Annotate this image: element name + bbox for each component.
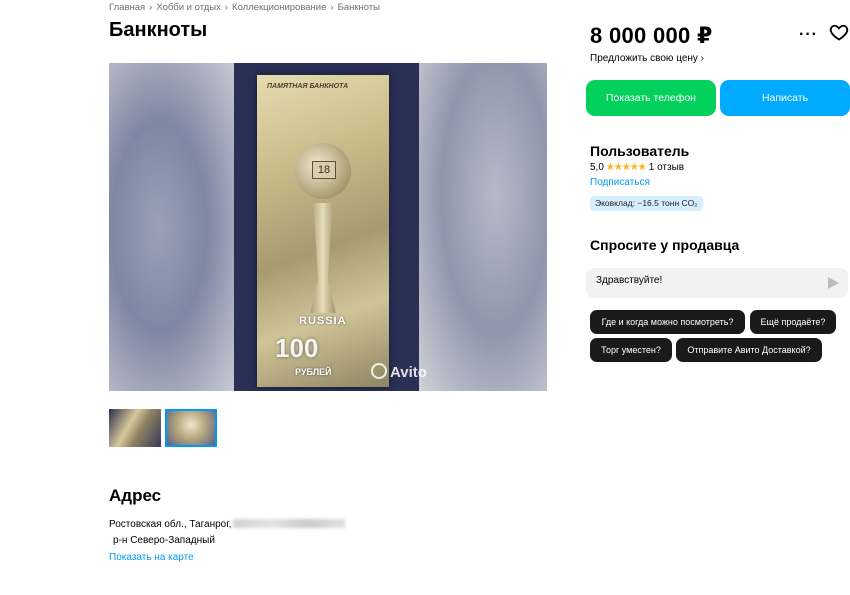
avito-watermark: Avito [371,363,427,381]
ball-number: 18 [312,161,336,179]
reviews-count[interactable]: 1 отзыв [649,162,684,173]
quick-question-chip[interactable]: Отправите Авито Доставкой? [676,338,822,362]
quick-question-chip[interactable]: Торг уместен? [590,338,672,362]
show-on-map-link[interactable]: Показать на карте [109,552,194,563]
breadcrumb: Главная › Хобби и отдых › Коллекционирование… [109,2,380,13]
watermark-text: Avito [390,364,427,381]
show-phone-button[interactable]: Показать телефон [586,80,716,116]
rating-value: 5,0 [590,162,604,173]
eco-badge: Эковклад: −16.5 тонн CO₂ [590,196,703,211]
address-city: Ростовская обл., Таганрог, [109,519,232,530]
address-heading: Адрес [109,486,162,505]
message-input[interactable] [596,275,816,286]
cup-graphic [310,203,336,313]
offer-price-link[interactable]: Предложить свою цену › [590,53,704,64]
message-box [586,268,848,298]
seller-rating: 5,0 ★★★★★ 1 отзыв [590,162,684,173]
breadcrumb-banknotes[interactable]: Банкноты [338,2,380,13]
thumbnail-1[interactable] [109,409,161,447]
banknote-country: RUSSIA [299,315,347,327]
heart-icon[interactable] [829,22,849,42]
quick-question-chip[interactable]: Ещё продаёте? [750,310,836,334]
quick-question-chip[interactable]: Где и когда можно посмотреть? [590,310,745,334]
photo-blur-right [419,63,547,391]
breadcrumb-separator: › [224,2,229,13]
breadcrumb-collecting[interactable]: Коллекционирование [232,2,326,13]
page-title: Банкноты [109,19,208,41]
breadcrumb-hobby[interactable]: Хобби и отдых [156,2,221,13]
address-street-blurred [233,519,346,528]
send-icon[interactable] [828,277,839,289]
banknote-heading: ПАМЯТНАЯ БАНКНОТА [267,83,349,90]
write-message-button[interactable]: Написать [720,80,850,116]
subscribe-link[interactable]: Подписаться [590,177,650,188]
banknote-denomination: 100 [275,333,319,363]
more-dots-icon[interactable]: ··· [799,26,818,44]
photo-blur-left [109,63,234,391]
address-line-1: Ростовская обл., Таганрог, [109,519,346,530]
camera-icon [371,363,387,379]
breadcrumb-separator: › [149,2,153,13]
breadcrumb-home[interactable]: Главная [109,2,145,13]
banknote-image: ПАМЯТНАЯ БАНКНОТА 18 RUSSIA 100 РУБЛЕЙ [257,75,389,387]
price: 8 000 000 ₽ [590,23,713,48]
main-photo[interactable]: ПАМЯТНАЯ БАНКНОТА 18 RUSSIA 100 РУБЛЕЙ A… [109,63,547,391]
address-district: р-н Северо-Западный [113,535,215,546]
rating-stars-icon: ★★★★★ [605,162,647,173]
seller-name[interactable]: Пользователь [590,143,689,159]
banknote-currency: РУБЛЕЙ [295,367,332,377]
thumbnail-2-selected[interactable] [165,409,217,447]
breadcrumb-separator: › [330,2,334,13]
ask-seller-heading: Спросите у продавца [590,237,740,253]
